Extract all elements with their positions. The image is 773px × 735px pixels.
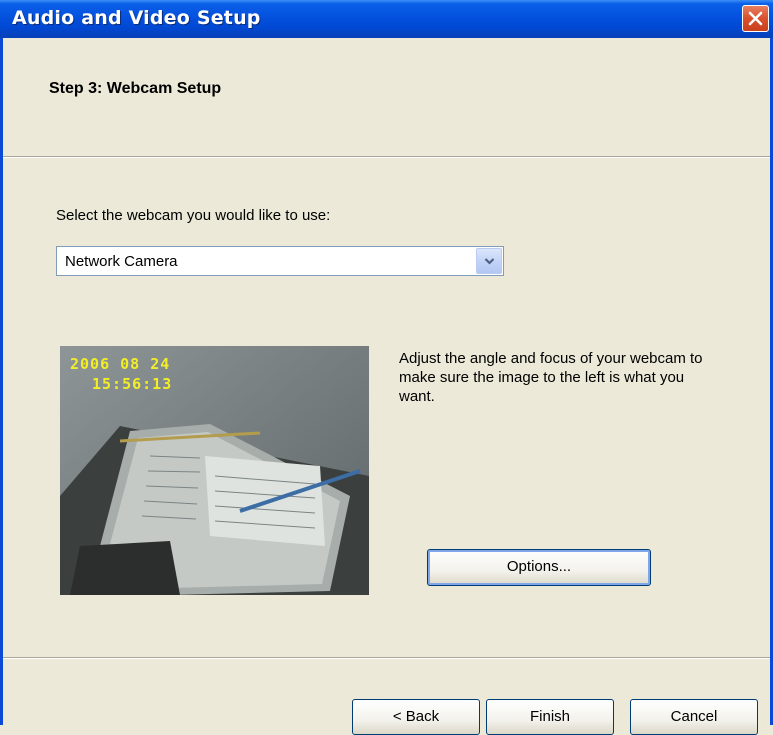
window-title: Audio and Video Setup (12, 7, 261, 29)
webcam-select-label: Select the webcam you would like to use: (56, 207, 331, 224)
close-button[interactable] (742, 5, 769, 32)
preview-date: 2006 08 24 (70, 355, 171, 373)
step-title: Step 3: Webcam Setup (49, 80, 222, 97)
back-button[interactable]: < Back (352, 699, 480, 735)
finish-button[interactable]: Finish (486, 699, 614, 735)
header-panel: Step 3: Webcam Setup (3, 38, 770, 158)
footer-divider-highlight (3, 658, 770, 659)
dropdown-arrow-button[interactable] (476, 248, 502, 274)
webcam-dropdown[interactable]: Network Camera (56, 246, 504, 276)
preview-timestamp: 2006 08 24 15:56:13 (70, 354, 172, 394)
options-button[interactable]: Options... (427, 549, 651, 586)
chevron-down-icon (484, 258, 495, 265)
header-divider (3, 157, 770, 158)
close-icon (748, 11, 763, 26)
webcam-help-text: Adjust the angle and focus of your webca… (399, 350, 703, 405)
setup-dialog: Audio and Video Setup Step 3: Webcam Set… (0, 0, 773, 735)
webcam-preview: 2006 08 24 15:56:13 (60, 346, 369, 595)
preview-time: 15:56:13 (92, 375, 173, 393)
cancel-button[interactable]: Cancel (630, 699, 758, 735)
webcam-dropdown-value: Network Camera (65, 253, 178, 270)
title-bar[interactable]: Audio and Video Setup (0, 0, 773, 38)
